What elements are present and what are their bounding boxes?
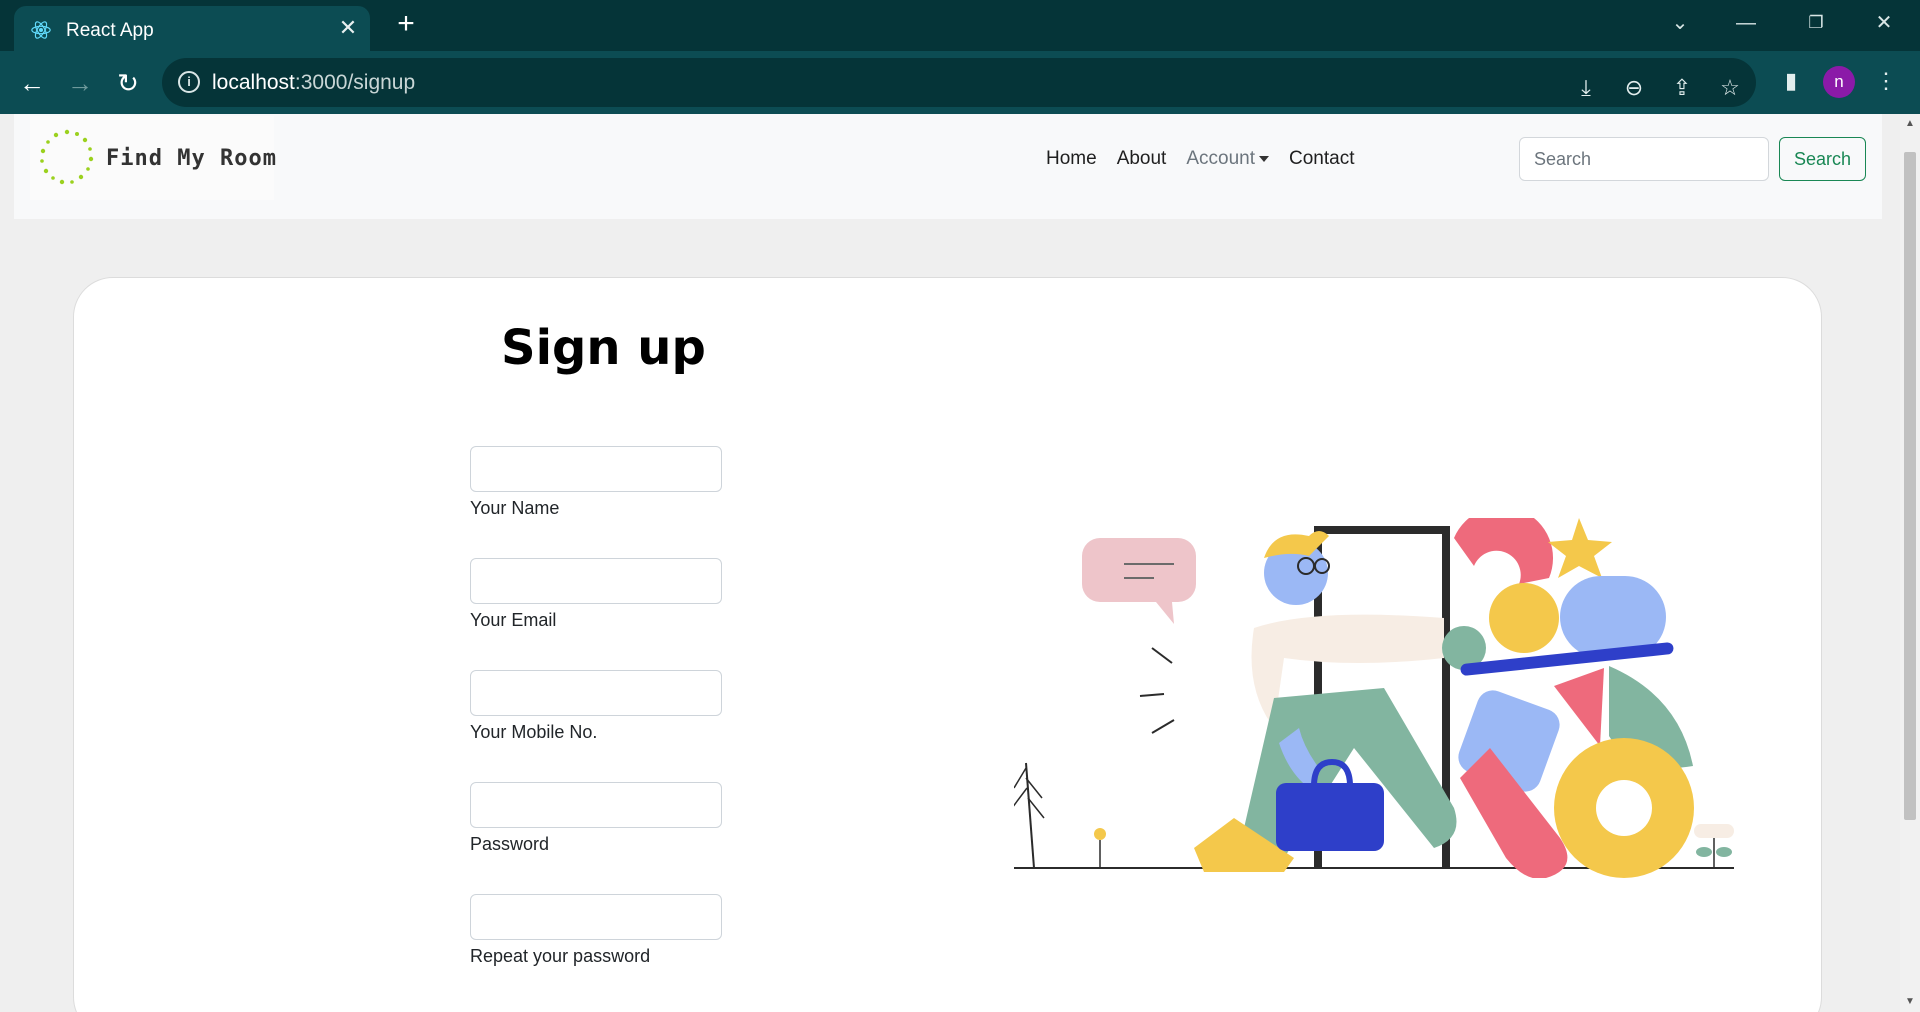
tab-title: React App: [66, 20, 154, 41]
react-icon: [31, 21, 51, 39]
repeat-password-label: Repeat your password: [470, 946, 651, 966]
scroll-up-arrow-icon[interactable]: ▲: [1900, 116, 1920, 132]
mobile-label: Your Mobile No.: [470, 722, 598, 742]
nav-contact[interactable]: Contact: [1279, 148, 1364, 170]
tab-search-chevron-icon[interactable]: ⌄: [1662, 10, 1698, 36]
name-label: Your Name: [470, 498, 560, 518]
search-button[interactable]: Search: [1779, 137, 1866, 181]
minimize-icon[interactable]: —: [1728, 10, 1764, 36]
name-field: Your Name: [470, 446, 722, 519]
email-input[interactable]: [470, 558, 722, 604]
search-input[interactable]: [1519, 137, 1769, 181]
email-field: Your Email: [470, 558, 722, 631]
side-panel-icon[interactable]: ▮: [1775, 65, 1807, 97]
scroll-thumb[interactable]: [1904, 152, 1916, 820]
password-field: Password: [470, 782, 722, 855]
share-icon[interactable]: ⇪: [1666, 72, 1698, 104]
profile-avatar[interactable]: n: [1823, 66, 1855, 98]
new-tab-icon[interactable]: +: [392, 9, 420, 39]
reload-icon[interactable]: ↻: [110, 65, 146, 101]
browser-toolbar: ← → ↻ i localhost:3000/signup ⤓ ⊖ ⇪ ☆ ▮ …: [0, 51, 1920, 114]
page-viewport: Find My Room Home About Account Contact …: [0, 114, 1900, 1012]
menu-kebab-icon[interactable]: ⋮: [1870, 65, 1902, 97]
name-input[interactable]: [470, 446, 722, 492]
close-window-icon[interactable]: ✕: [1866, 10, 1902, 36]
page-title: Sign up: [501, 320, 706, 376]
repeat-password-input[interactable]: [470, 894, 722, 940]
restore-icon[interactable]: ❐: [1798, 10, 1834, 36]
repeat-password-field: Repeat your password: [470, 894, 722, 967]
nav-about[interactable]: About: [1107, 148, 1177, 170]
nav-home[interactable]: Home: [1036, 148, 1107, 170]
install-app-icon[interactable]: ⤓: [1570, 72, 1602, 104]
address-bar[interactable]: i localhost:3000/signup ⤓ ⊖ ⇪ ☆: [162, 58, 1756, 107]
bookmark-star-icon[interactable]: ☆: [1714, 72, 1746, 104]
url-text[interactable]: localhost:3000/signup: [212, 71, 415, 95]
signup-illustration: [1014, 518, 1734, 878]
logo-ring-icon: [40, 129, 94, 185]
signup-card: Sign up Your Name Your Email Your Mobile…: [73, 277, 1822, 1012]
brand-name: Find My Room: [106, 146, 277, 171]
email-label: Your Email: [470, 610, 557, 630]
page-scrollbar[interactable]: ▲ ▼: [1900, 114, 1920, 1012]
password-label: Password: [470, 834, 550, 854]
close-tab-icon[interactable]: ✕: [336, 16, 360, 40]
site-info-icon[interactable]: i: [178, 71, 200, 93]
browser-tab[interactable]: React App ✕: [14, 6, 370, 51]
site-navbar: Find My Room Home About Account Contact …: [14, 114, 1882, 219]
zoom-out-icon[interactable]: ⊖: [1618, 72, 1650, 104]
back-icon[interactable]: ←: [14, 65, 50, 101]
site-logo[interactable]: Find My Room: [30, 116, 277, 200]
password-input[interactable]: [470, 782, 722, 828]
mobile-field: Your Mobile No.: [470, 670, 722, 743]
mobile-input[interactable]: [470, 670, 722, 716]
browser-tab-strip: React App ✕ + ⌄ — ❐ ✕: [0, 0, 1920, 51]
forward-icon[interactable]: →: [62, 65, 98, 101]
nav-account-dropdown[interactable]: Account: [1176, 148, 1279, 170]
nav-links: Home About Account Contact: [1036, 148, 1364, 170]
scroll-down-arrow-icon[interactable]: ▼: [1900, 994, 1920, 1010]
caret-down-icon: [1259, 155, 1269, 162]
